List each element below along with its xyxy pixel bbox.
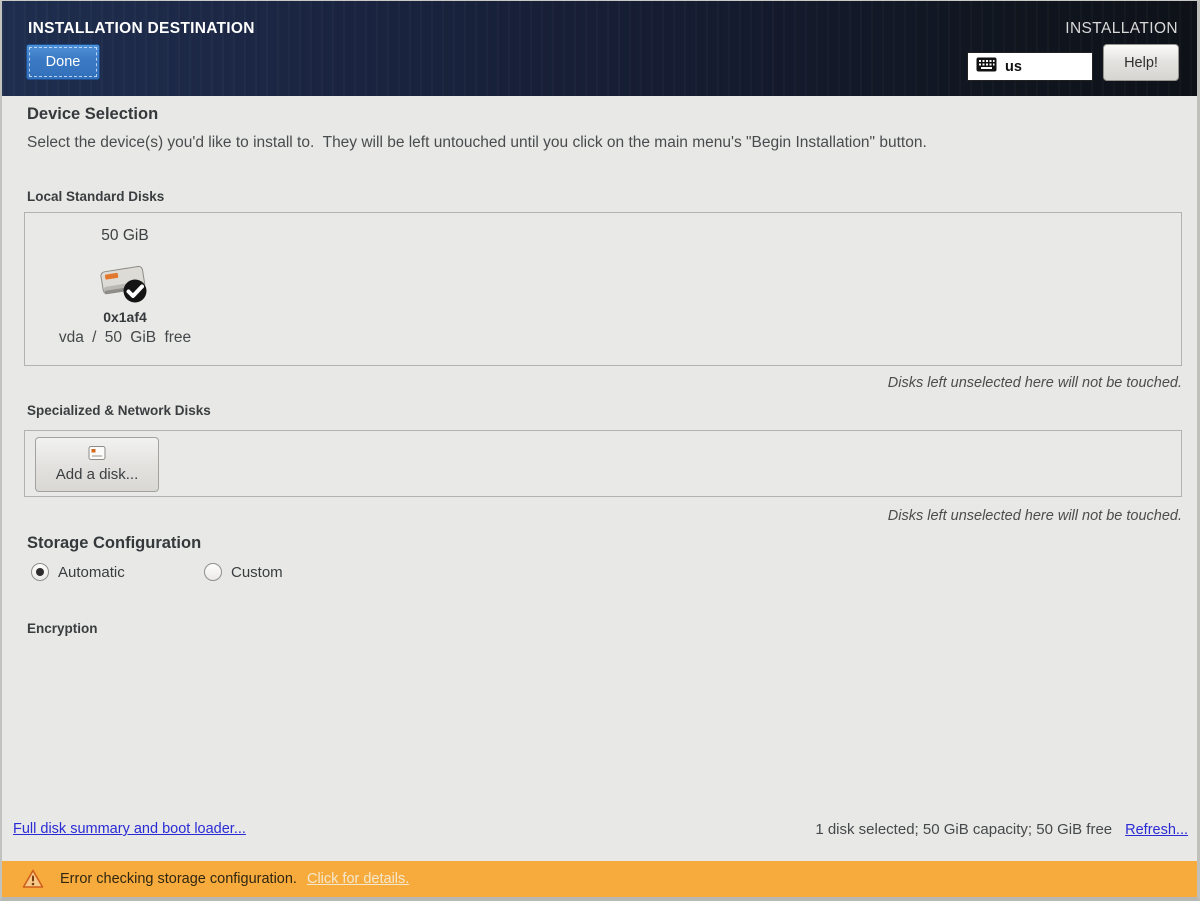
installer-window: INSTALLATION DESTINATION Done INSTALLATI… (0, 0, 1200, 901)
network-disks-heading: Specialized & Network Disks (27, 403, 211, 418)
hard-drive-icon (97, 259, 153, 307)
local-disks-note: Disks left unselected here will not be t… (888, 375, 1182, 391)
warning-message: Error checking storage configuration. (60, 871, 297, 887)
help-button[interactable]: Help! (1103, 44, 1179, 81)
local-disks-panel: 50 GiB 0x1af4 vda / 50 GiB free (24, 212, 1182, 366)
device-selection-description: Select the device(s) you'd like to insta… (27, 134, 927, 152)
keyboard-icon (976, 57, 997, 77)
keyboard-layout-selector[interactable]: us (967, 52, 1093, 81)
automatic-radio[interactable]: Automatic (31, 563, 204, 581)
network-disks-panel: Add a disk... (24, 430, 1182, 497)
header-bar: INSTALLATION DESTINATION Done INSTALLATI… (2, 1, 1197, 96)
disk-tile-vda[interactable]: 50 GiB 0x1af4 vda / 50 GiB free (37, 221, 213, 347)
warning-triangle-icon (22, 869, 44, 889)
device-selection-heading: Device Selection (27, 105, 158, 124)
keyboard-layout-value: us (1005, 59, 1022, 75)
done-button[interactable]: Done (26, 44, 100, 80)
footer-status-area: 1 disk selected; 50 GiB capacity; 50 GiB… (815, 821, 1188, 838)
refresh-link[interactable]: Refresh... (1125, 822, 1188, 838)
disk-name: 0x1af4 (103, 309, 147, 325)
full-disk-summary-link[interactable]: Full disk summary and boot loader... (13, 821, 246, 837)
radio-selected-icon (31, 563, 49, 581)
warning-details-link[interactable]: Click for details. (307, 871, 409, 887)
disk-selection-status: 1 disk selected; 50 GiB capacity; 50 GiB… (815, 821, 1112, 838)
disk-details: vda / 50 GiB free (59, 329, 191, 347)
custom-radio[interactable]: Custom (204, 563, 283, 581)
small-disk-icon (88, 446, 106, 463)
storage-config-heading: Storage Configuration (27, 534, 201, 553)
local-disks-heading: Local Standard Disks (27, 189, 164, 204)
partitioning-options: Automatic Custom (31, 563, 283, 581)
installation-label: INSTALLATION (1065, 20, 1178, 38)
add-disk-button[interactable]: Add a disk... (35, 437, 159, 492)
disk-size: 50 GiB (101, 227, 148, 245)
network-disks-note: Disks left unselected here will not be t… (888, 508, 1182, 524)
radio-unselected-icon (204, 563, 222, 581)
warning-bar: Error checking storage configuration. Cl… (2, 861, 1197, 897)
check-badge-icon (124, 280, 147, 303)
encryption-heading: Encryption (27, 621, 98, 636)
page-title: INSTALLATION DESTINATION (28, 20, 255, 38)
add-disk-label: Add a disk... (56, 466, 139, 483)
